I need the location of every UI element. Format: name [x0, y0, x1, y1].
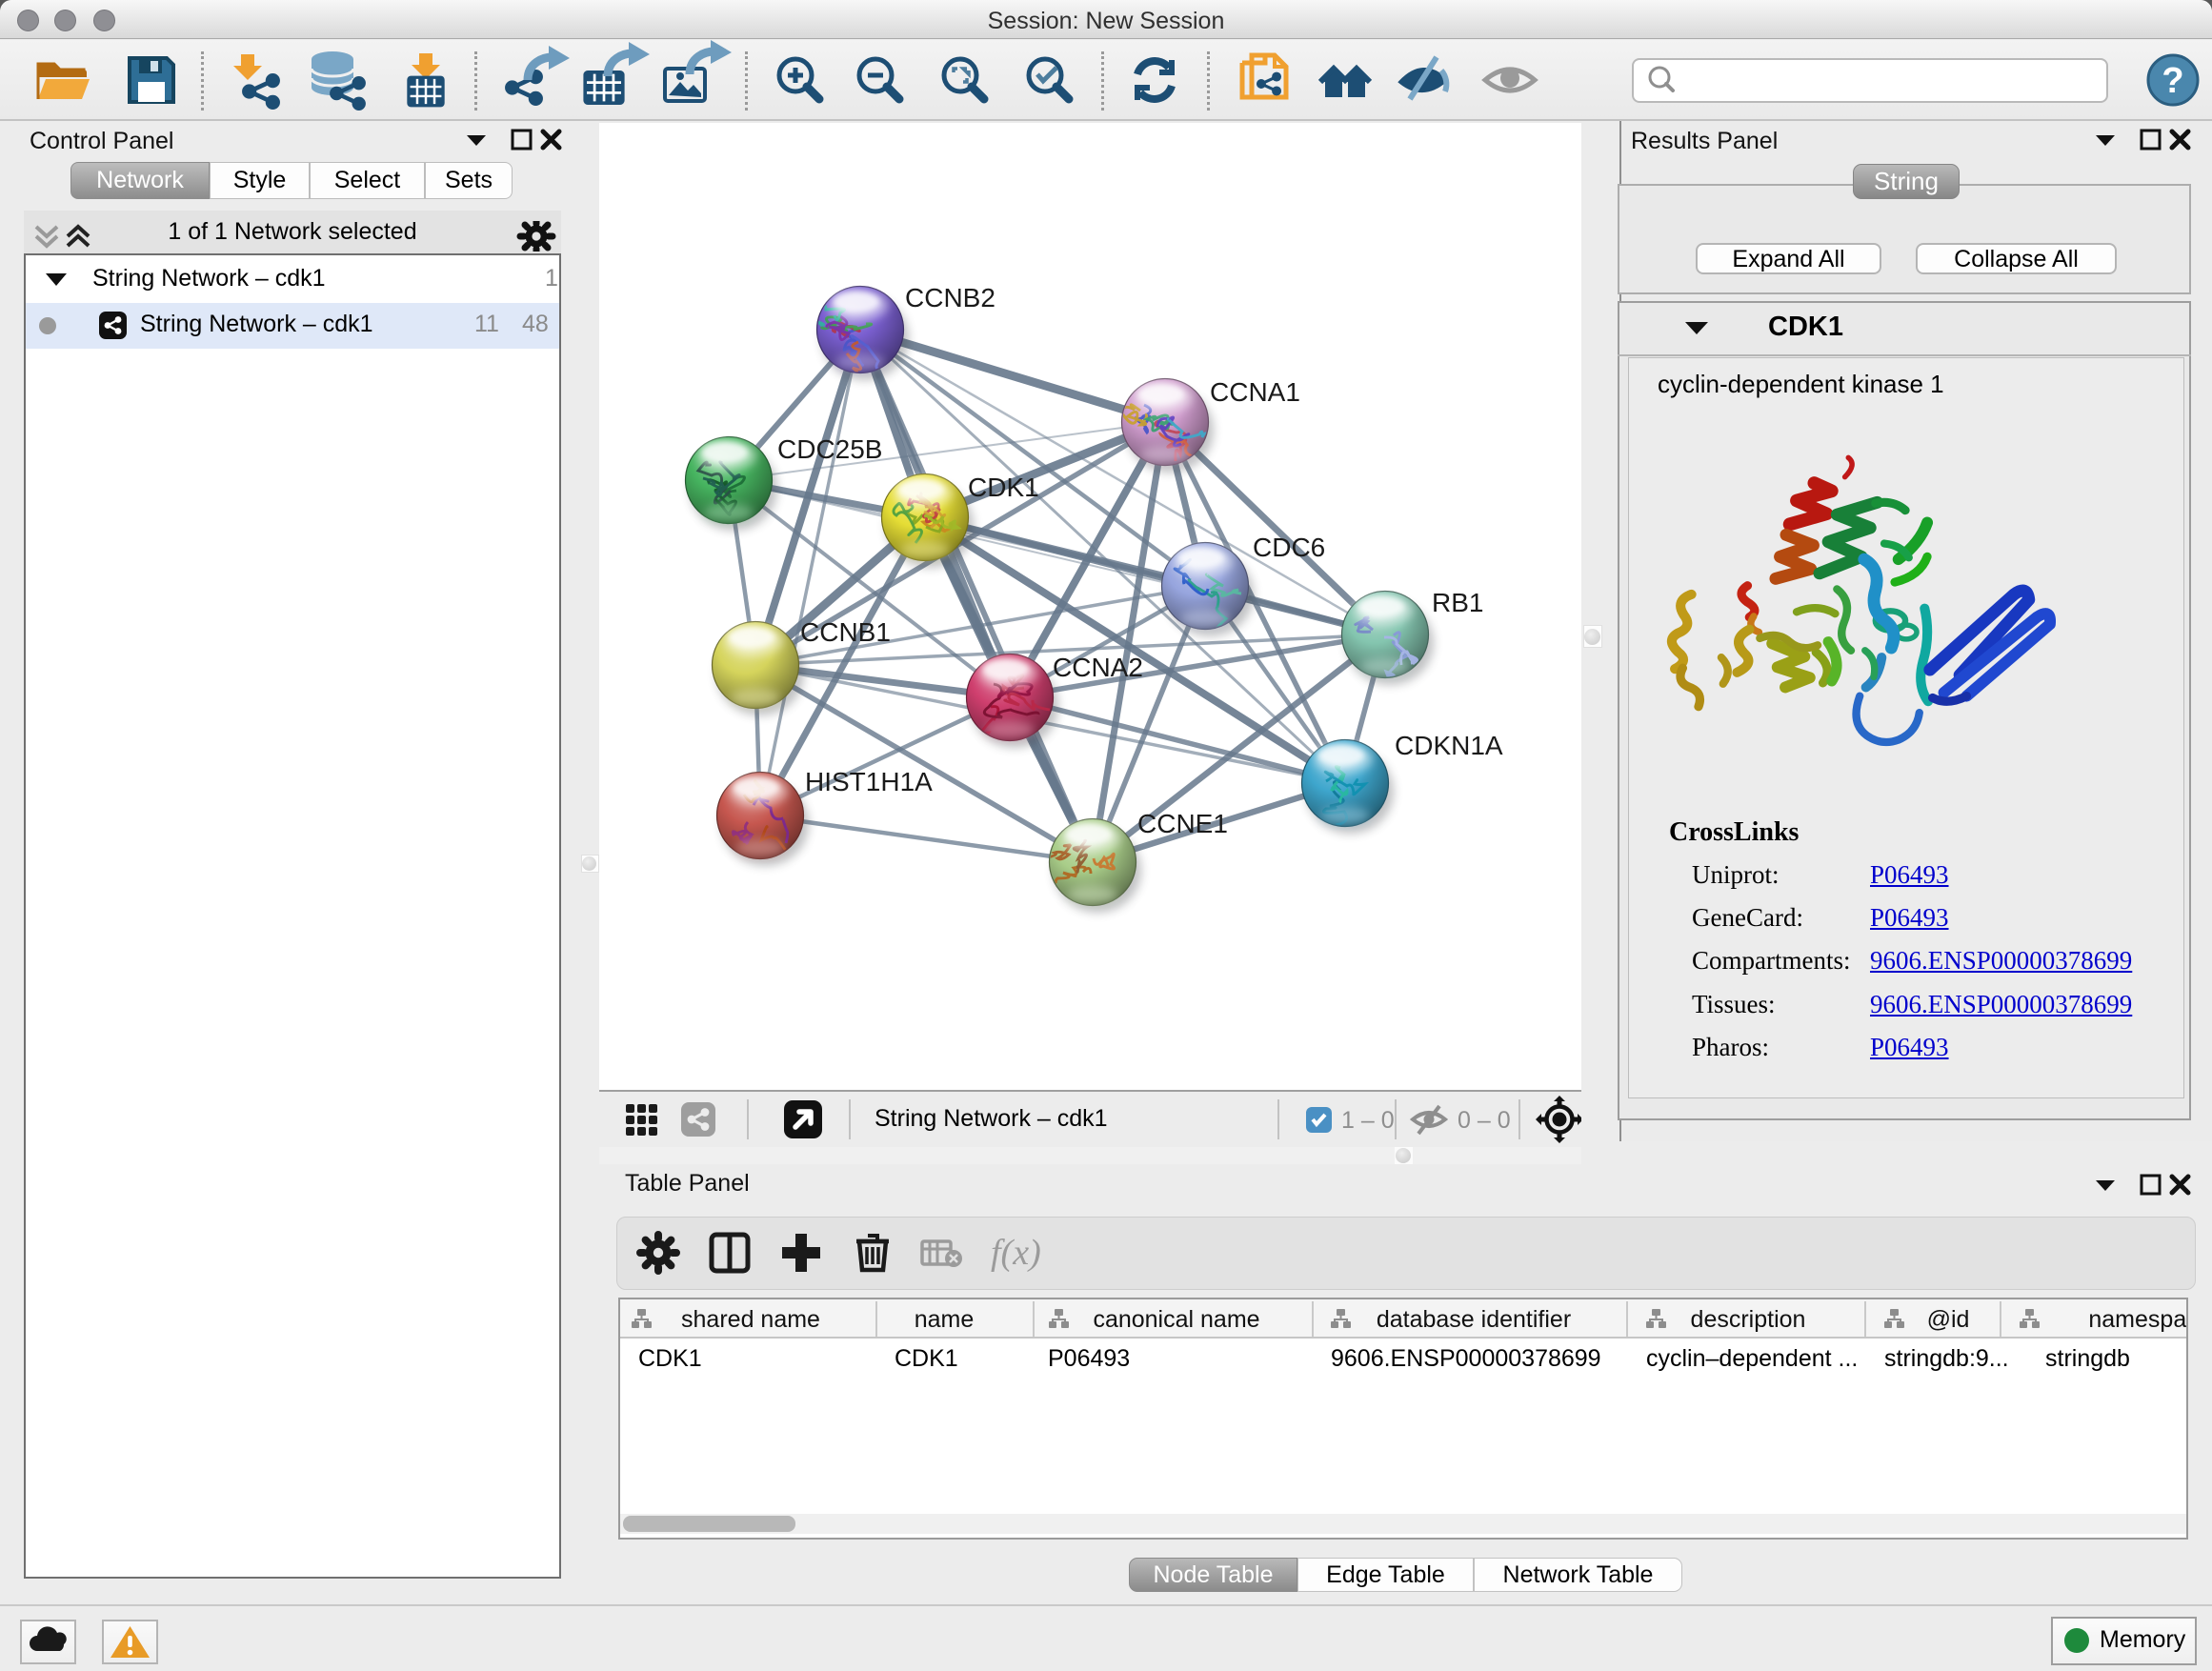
svg-text:RB1: RB1 — [1432, 588, 1483, 617]
svg-text:shared name: shared name — [681, 1306, 820, 1333]
svg-text:canonical name: canonical name — [1093, 1306, 1259, 1333]
svg-text:namespace: namespace — [2088, 1306, 2186, 1333]
svg-text:database identifier: database identifier — [1377, 1306, 1571, 1333]
svg-text:f(x): f(x) — [991, 1233, 1041, 1273]
svg-text:CCNE1: CCNE1 — [1137, 809, 1228, 838]
svg-text:CDC25B: CDC25B — [777, 434, 882, 464]
svg-text:CDC6: CDC6 — [1253, 533, 1325, 562]
svg-text:1 – 0: 1 – 0 — [1341, 1107, 1395, 1134]
svg-text:description: description — [1691, 1306, 1806, 1333]
svg-text:HIST1H1A: HIST1H1A — [805, 767, 933, 796]
svg-text:?: ? — [2162, 61, 2183, 101]
svg-text:@id: @id — [1927, 1306, 1970, 1333]
svg-text:0 – 0: 0 – 0 — [1458, 1107, 1511, 1134]
svg-text:CDK1: CDK1 — [968, 473, 1039, 502]
svg-text:CCNA1: CCNA1 — [1210, 377, 1300, 407]
svg-text:CDKN1A: CDKN1A — [1395, 731, 1503, 760]
svg-text:name: name — [915, 1306, 975, 1333]
svg-text:CCNB1: CCNB1 — [800, 617, 891, 647]
svg-text:CCNB2: CCNB2 — [905, 283, 995, 312]
svg-text:CCNA2: CCNA2 — [1053, 653, 1143, 682]
